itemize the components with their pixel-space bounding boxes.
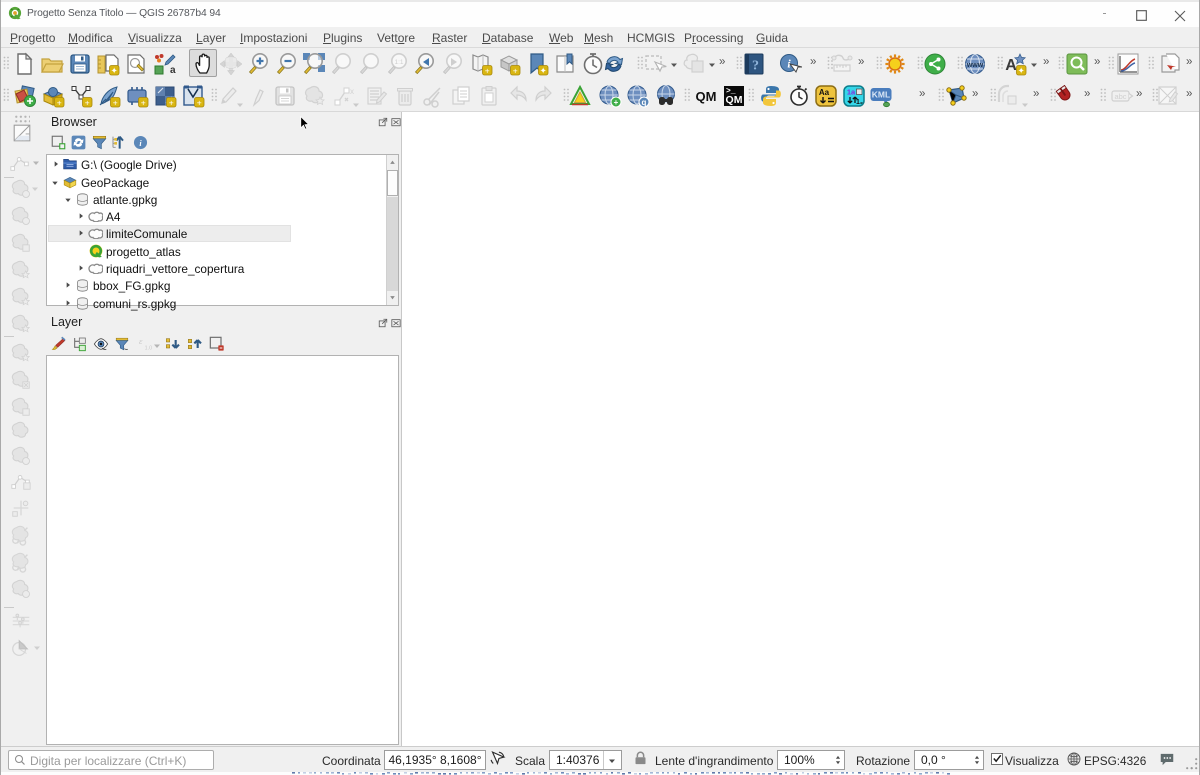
svg-text:A: A [1005,57,1017,74]
svg-text:+: + [513,66,518,76]
svg-text:q: q [642,98,647,107]
svg-text:✦: ✦ [540,66,548,76]
svg-text:+: + [57,98,62,108]
svg-text:+: + [485,66,490,76]
svg-text:1.0: 1.0 [145,345,152,351]
svg-text:+: + [85,98,90,108]
svg-text:?: ? [752,59,759,74]
svg-text:+: + [141,98,146,108]
svg-text:ε: ε [139,336,143,346]
svg-text:+: + [614,98,619,107]
svg-text:+: + [169,98,174,108]
svg-text:✦: ✦ [1018,66,1026,76]
svg-text:✦: ✦ [111,66,119,76]
svg-text:+: + [113,98,118,108]
svg-text:abc: abc [1114,92,1126,101]
svg-text:1₂: 1₂ [856,99,863,106]
svg-text:www: www [966,62,984,69]
svg-text:1:1: 1:1 [394,59,403,66]
svg-text:+: + [197,98,202,108]
svg-text:1a: 1a [847,88,856,97]
svg-text:a: a [170,65,176,76]
svg-text:Aa: Aa [819,88,830,97]
svg-text:KML: KML [872,90,890,100]
svg-text:x: x [350,87,354,96]
svg-text:QM: QM [726,94,743,106]
svg-text:QM: QM [696,89,717,104]
